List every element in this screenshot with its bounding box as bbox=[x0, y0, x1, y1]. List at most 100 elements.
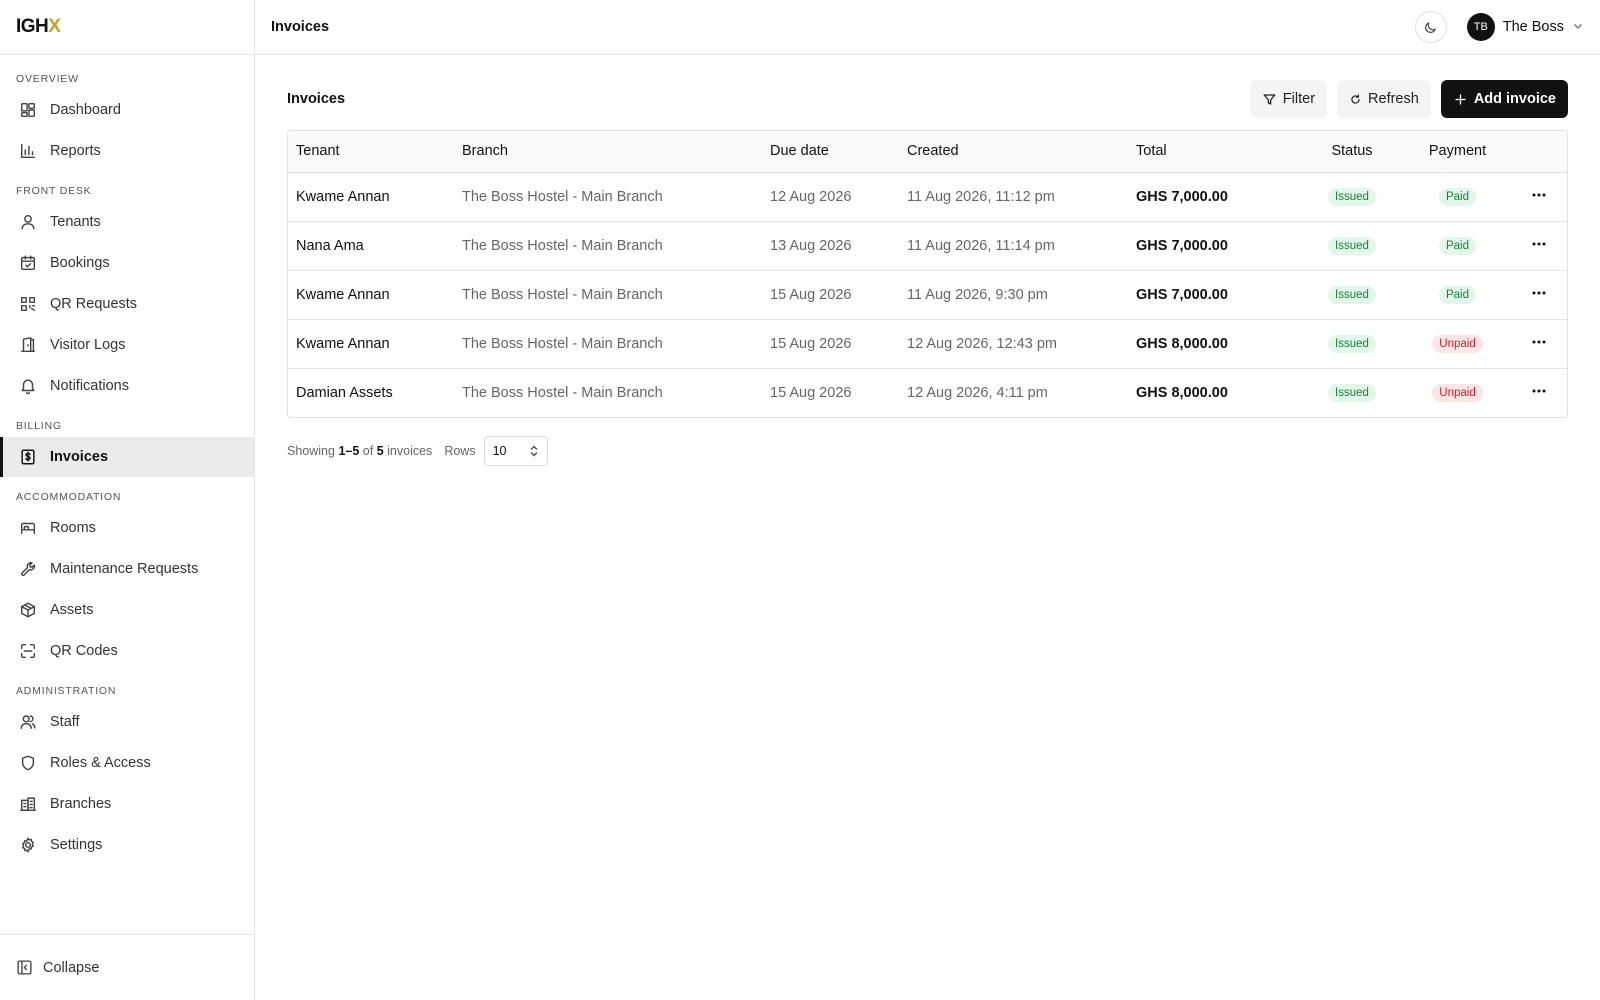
table-row[interactable]: Kwame Annan The Boss Hostel - Main Branch… bbox=[288, 270, 1567, 320]
user-icon bbox=[18, 212, 38, 232]
column-header[interactable]: Payment bbox=[1404, 131, 1511, 173]
sidebar-item-tenants[interactable]: Tenants bbox=[0, 202, 254, 242]
status-badge: Issued bbox=[1328, 187, 1376, 206]
table-row[interactable]: Kwame Annan The Boss Hostel - Main Branch… bbox=[288, 319, 1567, 369]
dashboard-icon bbox=[18, 100, 38, 120]
collapse-button[interactable]: Collapse bbox=[0, 934, 254, 1000]
refresh-button[interactable]: Refresh bbox=[1337, 80, 1431, 118]
wrench-icon bbox=[18, 559, 38, 579]
column-header[interactable]: Tenant bbox=[288, 131, 454, 173]
sidebar-item-roles-access[interactable]: Roles & Access bbox=[0, 743, 254, 783]
sidebar-nav: OVERVIEW Dashboard Reports FRONT DESK Tenant… bbox=[0, 55, 254, 934]
door-icon bbox=[18, 335, 38, 355]
sidebar-item-label: QR Codes bbox=[50, 643, 118, 659]
cell-branch: The Boss Hostel - Main Branch bbox=[454, 221, 762, 271]
column-header[interactable]: Due date bbox=[762, 131, 899, 173]
plus-icon bbox=[1455, 93, 1466, 105]
cell-created: 11 Aug 2026, 9:30 pm bbox=[899, 270, 1128, 320]
avatar: TB bbox=[1466, 13, 1495, 41]
table-row[interactable]: Damian Assets The Boss Hostel - Main Bran… bbox=[288, 368, 1567, 417]
qr-icon bbox=[18, 294, 38, 314]
sidebar-item-invoices[interactable]: Invoices bbox=[0, 437, 254, 477]
sidebar-item-reports[interactable]: Reports bbox=[0, 131, 254, 171]
sidebar-collapse-icon bbox=[16, 959, 34, 977]
more-actions-icon[interactable] bbox=[1527, 236, 1551, 252]
user-menu[interactable]: TB The Boss bbox=[1466, 13, 1584, 41]
status-badge: Issued bbox=[1328, 383, 1376, 402]
sidebar-item-label: Branches bbox=[50, 796, 112, 812]
sidebar-item-dashboard[interactable]: Dashboard bbox=[0, 90, 254, 130]
shield-icon bbox=[18, 753, 38, 773]
sidebar-item-qr-codes[interactable]: QR Codes bbox=[0, 631, 254, 671]
column-header-actions bbox=[1511, 131, 1567, 173]
sidebar-item-label: Tenants bbox=[50, 214, 101, 230]
cell-status: Issued bbox=[1300, 368, 1404, 417]
moon-icon bbox=[1425, 21, 1437, 33]
more-actions-icon[interactable] bbox=[1527, 383, 1551, 399]
building-icon bbox=[18, 794, 38, 814]
filter-button[interactable]: Filter bbox=[1249, 80, 1328, 118]
brand-logo[interactable]: IGH X bbox=[0, 0, 254, 55]
cell-tenant: Kwame Annan bbox=[288, 270, 454, 320]
table-row[interactable]: Nana Ama The Boss Hostel - Main Branch 13 … bbox=[288, 221, 1567, 271]
sidebar-item-bookings[interactable]: Bookings bbox=[0, 243, 254, 283]
cell-status: Issued bbox=[1300, 221, 1404, 271]
sidebar-item-settings[interactable]: Settings bbox=[0, 825, 254, 865]
chevron-down-icon bbox=[1572, 19, 1584, 35]
sidebar-item-label: Reports bbox=[50, 143, 101, 159]
topbar: Invoices TB The Boss bbox=[255, 0, 1600, 55]
calendar-check-icon bbox=[18, 253, 38, 273]
column-header[interactable]: Created bbox=[899, 131, 1128, 173]
payment-badge: Unpaid bbox=[1432, 334, 1483, 353]
sidebar-item-branches[interactable]: Branches bbox=[0, 784, 254, 824]
sidebar-item-label: Invoices bbox=[50, 449, 109, 465]
cell-tenant: Kwame Annan bbox=[288, 172, 454, 222]
cell-tenant: Damian Assets bbox=[296, 384, 393, 401]
cell-branch: The Boss Hostel - Main Branch bbox=[454, 319, 762, 369]
cell-total: GHS 7,000.00 bbox=[1128, 270, 1300, 320]
cell-actions bbox=[1511, 319, 1567, 369]
cell-branch: The Boss Hostel - Main Branch bbox=[462, 384, 663, 401]
cell-created: 11 Aug 2026, 11:12 pm bbox=[899, 172, 1128, 222]
content-header: Invoices Filter Refresh Add invoice bbox=[287, 79, 1568, 119]
rows-per-page-select[interactable]: 10 bbox=[483, 436, 548, 466]
bar-chart-icon bbox=[18, 141, 38, 161]
sidebar-item-label: Staff bbox=[50, 714, 80, 730]
cell-payment: Paid bbox=[1404, 270, 1511, 320]
more-actions-icon[interactable] bbox=[1527, 334, 1551, 350]
add-invoice-button[interactable]: Add invoice bbox=[1440, 80, 1568, 118]
main-area: Invoices TB The Boss Invoices Filter Ref… bbox=[255, 0, 1600, 1000]
payment-badge: Unpaid bbox=[1432, 383, 1483, 402]
cell-due-date: 15 Aug 2026 bbox=[762, 270, 899, 320]
sidebar-item-notifications[interactable]: Notifications bbox=[0, 366, 254, 406]
column-header[interactable]: Status bbox=[1300, 131, 1404, 173]
payment-badge: Paid bbox=[1438, 236, 1477, 255]
cell-total: GHS 7,000.00 bbox=[1128, 172, 1300, 222]
cell-actions bbox=[1511, 368, 1567, 417]
box-icon bbox=[18, 600, 38, 620]
theme-toggle-button[interactable] bbox=[1414, 11, 1447, 43]
cell-payment: Paid bbox=[1404, 172, 1511, 222]
table-row[interactable]: Kwame Annan The Boss Hostel - Main Branch… bbox=[288, 172, 1567, 222]
cell-total: GHS 8,000.00 bbox=[1128, 319, 1300, 369]
status-badge: Issued bbox=[1328, 236, 1376, 255]
sidebar-item-assets[interactable]: Assets bbox=[0, 590, 254, 630]
sidebar-item-rooms[interactable]: Rooms bbox=[0, 508, 254, 548]
sidebar-item-qr-requests[interactable]: QR Requests bbox=[0, 284, 254, 324]
cell-total: GHS 8,000.00 bbox=[1136, 384, 1228, 401]
sidebar-item-staff[interactable]: Staff bbox=[0, 702, 254, 742]
sidebar-item-label: Assets bbox=[50, 602, 94, 618]
cell-branch: The Boss Hostel - Main Branch bbox=[454, 172, 762, 222]
sidebar-item-visitor-logs[interactable]: Visitor Logs bbox=[0, 325, 254, 365]
pagination: Showing 1–5 of 5 invoices Rows 10 bbox=[287, 436, 1568, 466]
column-header[interactable]: Branch bbox=[454, 131, 762, 173]
sidebar-item-maintenance-requests[interactable]: Maintenance Requests bbox=[0, 549, 254, 589]
column-header[interactable]: Total bbox=[1128, 131, 1300, 173]
sidebar-section-label: FRONT DESK bbox=[16, 185, 92, 197]
more-actions-icon[interactable] bbox=[1527, 187, 1551, 203]
sidebar-section-label: ADMINISTRATION bbox=[16, 685, 117, 697]
cell-created: 12 Aug 2026, 4:11 pm bbox=[907, 384, 1048, 401]
more-actions-icon[interactable] bbox=[1527, 285, 1551, 301]
cell-due-date: 13 Aug 2026 bbox=[762, 221, 899, 271]
cell-status: Issued bbox=[1300, 319, 1404, 369]
